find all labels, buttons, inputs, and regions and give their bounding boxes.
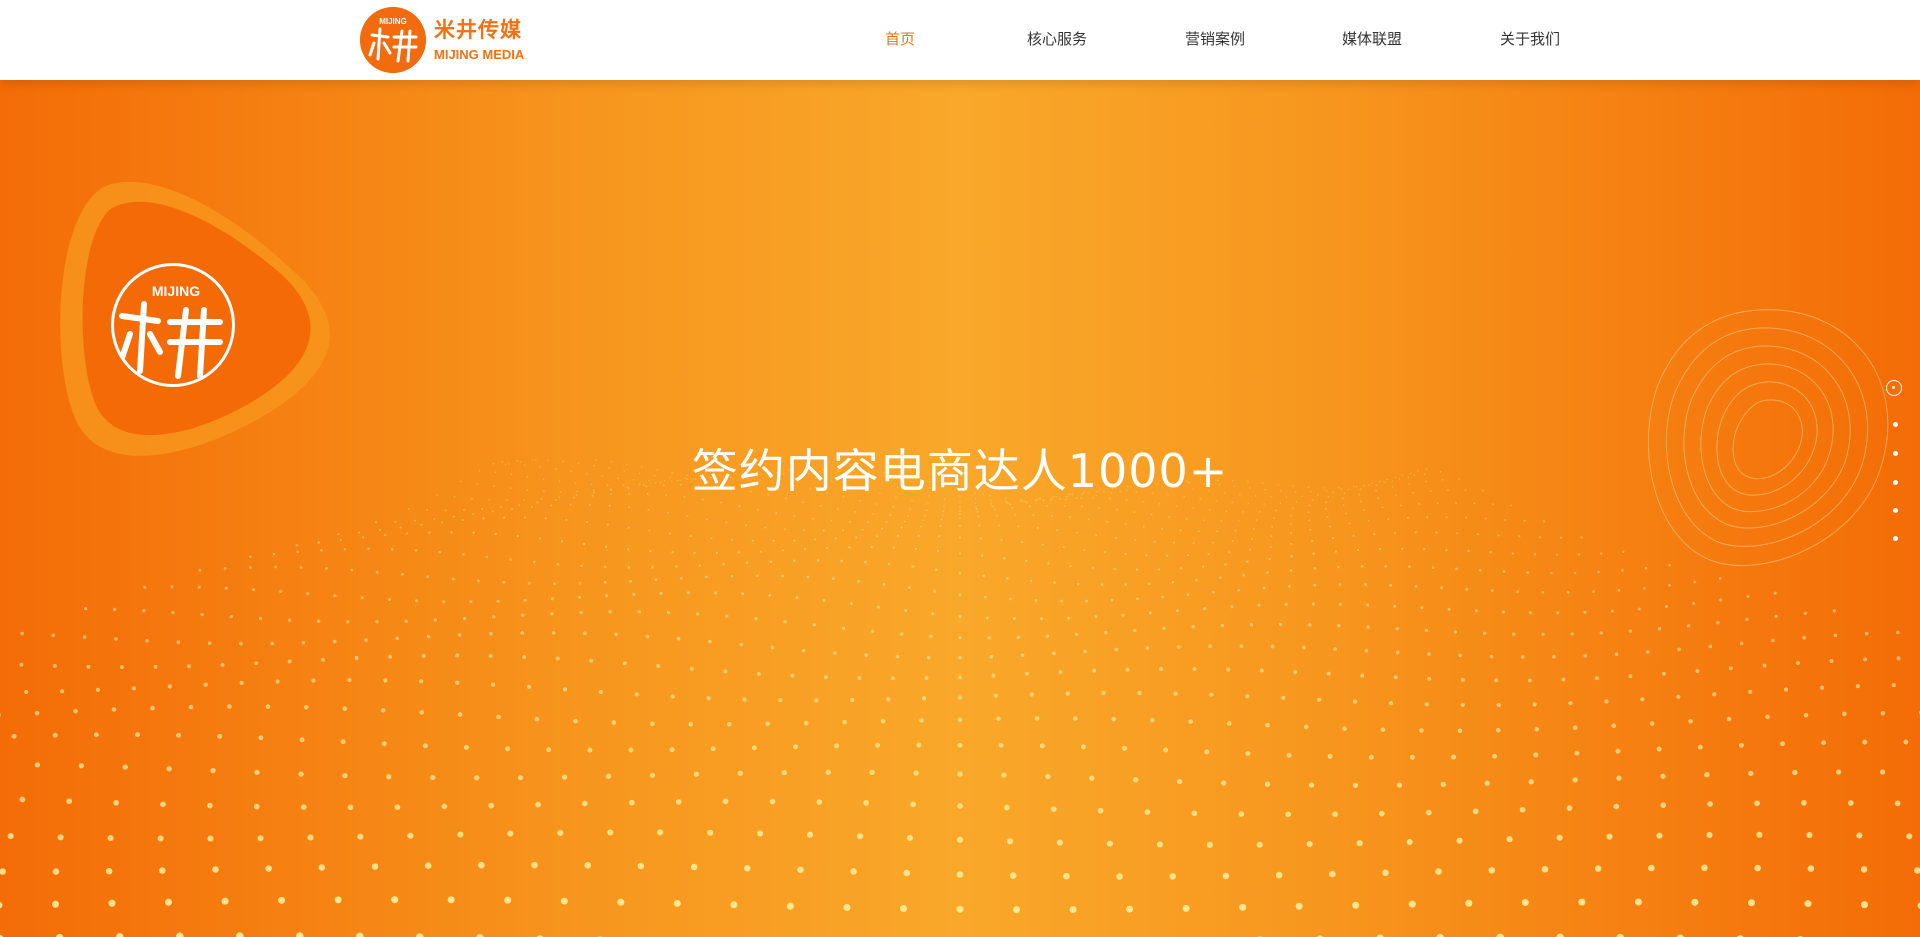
slider-dot-1[interactable] <box>1886 380 1902 396</box>
brand-name-cn: 米井传媒 <box>434 17 522 42</box>
brand-mark-text: MIJING <box>379 17 407 26</box>
nav-item-marketing-cases[interactable]: 营销案例 <box>1185 28 1245 49</box>
nav-item-home[interactable]: 首页 <box>885 28 915 49</box>
nav-item-core-services[interactable]: 核心服务 <box>1027 28 1087 49</box>
slider-dot-6[interactable] <box>1893 536 1898 541</box>
slider-dot-3[interactable] <box>1893 451 1898 456</box>
hero-logo-text: MIJING <box>152 283 200 299</box>
slider-pagination <box>1884 380 1908 541</box>
slider-dot-4[interactable] <box>1893 480 1898 485</box>
slider-dot-5[interactable] <box>1893 508 1898 513</box>
main-nav: 首页 核心服务 营销案例 媒体联盟 关于我们 <box>845 0 1625 80</box>
hero-banner: MIJING 签约内容电商达人1000+ <box>0 80 1920 937</box>
hero-logo-badge: MIJING <box>111 263 235 387</box>
slider-dot-2[interactable] <box>1893 422 1898 427</box>
brand-name-en: MIJING MEDIA <box>434 46 525 62</box>
brand-text: 米井传媒 MIJING MEDIA <box>434 17 524 64</box>
brand-logo[interactable]: MIJING 米井传媒 MIJING MEDIA <box>360 6 524 74</box>
nav-item-media-alliance[interactable]: 媒体联盟 <box>1342 28 1402 49</box>
site-header: MIJING 米井传媒 MIJING MEDIA 首页 核心服务 营销案例 媒体… <box>0 0 1920 80</box>
brand-mark-icon: MIJING <box>360 7 426 73</box>
nav-item-about-us[interactable]: 关于我们 <box>1500 28 1560 49</box>
hero-title: 签约内容电商达人1000+ <box>691 444 1229 498</box>
